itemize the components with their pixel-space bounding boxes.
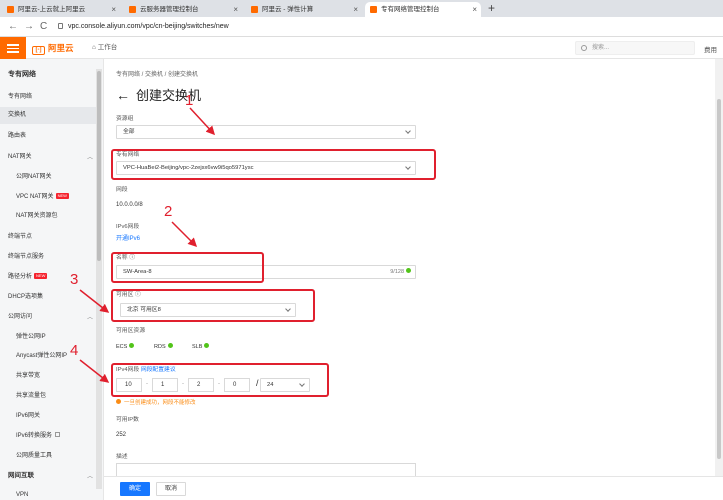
annotation-box-vpc: [111, 149, 436, 180]
sidebar-item-nat-package[interactable]: NAT网关资源包: [16, 211, 58, 221]
chevron-down-icon: [405, 128, 411, 134]
close-tab-icon[interactable]: ×: [353, 2, 358, 17]
sidebar-title: 专有网络: [8, 71, 36, 78]
url-field[interactable]: vpc.console.aliyun.com/vpc/cn-beijing/sw…: [58, 21, 229, 33]
new-tab-button[interactable]: +: [488, 0, 495, 17]
sidebar-item-route-table[interactable]: 路由表: [8, 131, 26, 141]
ipv6-label: IPv6网段: [116, 224, 140, 230]
browser-tab[interactable]: 阿里云-上云就上阿里云 ×: [2, 2, 120, 17]
sidebar-item-internet-access[interactable]: 公网访问: [8, 312, 32, 322]
annotation-number-1: 1: [185, 92, 194, 109]
browser-tab-strip: 阿里云-上云就上阿里云 × 云服务器管理控制台 × 阿里云 - 弹性计算 × 专有网络…: [0, 0, 723, 17]
annotation-box-ipv4: [111, 363, 329, 397]
sidebar-item-shared-bandwidth[interactable]: 共享带宽: [16, 371, 40, 381]
check-icon: [167, 343, 173, 348]
menu-button[interactable]: [0, 37, 26, 59]
zone-resources-list: ECS RDS SLB: [116, 343, 316, 353]
resource-group-label: 资源组: [116, 116, 134, 122]
search-input[interactable]: 搜索...: [575, 41, 695, 55]
cidr-value: 10.0.0.0/8: [116, 202, 143, 208]
zone-resources-label: 可用区资源: [116, 328, 145, 334]
annotation-number-2: 2: [164, 203, 173, 220]
search-icon: [581, 45, 587, 51]
sidebar-item-anycast-eip[interactable]: Anycast弹性公网IP: [16, 351, 67, 361]
aliyun-favicon-icon: [251, 6, 258, 13]
new-badge: NEW: [55, 193, 69, 199]
cidr-label: 网段: [116, 187, 128, 193]
forward-arrow-icon[interactable]: →: [24, 19, 34, 35]
sidebar-item-path-analysis[interactable]: 路径分析 NEW: [8, 272, 48, 282]
chevron-up-icon[interactable]: ︿: [87, 152, 93, 161]
check-icon: [406, 268, 411, 273]
char-count: 9/128: [390, 266, 411, 278]
annotation-number-3: 3: [70, 271, 79, 288]
hamburger-icon: [7, 47, 19, 49]
cancel-button[interactable]: 取消: [156, 482, 186, 496]
reload-icon[interactable]: C: [40, 19, 47, 35]
fee-link[interactable]: 费用: [704, 44, 717, 54]
available-ip-value: 252: [116, 432, 127, 438]
address-bar-row: ← → C vpc.console.aliyun.com/vpc/cn-beij…: [0, 17, 723, 37]
enable-ipv6-link[interactable]: 开通IPv6: [116, 235, 140, 243]
browser-tab-active[interactable]: 专有网络管理控制台 ×: [365, 2, 481, 17]
browser-tab[interactable]: 云服务器管理控制台 ×: [124, 2, 242, 17]
sidebar-item-ipv6-gateway[interactable]: IPv6网关: [16, 411, 40, 421]
lock-icon: [58, 23, 63, 29]
sidebar: 专有网络 专有网络 交换机 路由表 NAT网关 ︿ 公网NAT网关 VPC NA…: [0, 59, 104, 500]
resource-ecs: ECS: [116, 343, 135, 350]
breadcrumb: 专有网络 / 交换机 / 创建交换机: [116, 72, 199, 78]
cidr-warning: 一旦创建成功，网段不能修改: [116, 398, 196, 406]
resource-rds: RDS: [154, 343, 173, 350]
hamburger-icon: [7, 51, 19, 53]
annotation-box-name: [111, 252, 264, 283]
aliyun-favicon-icon: [129, 6, 136, 13]
sidebar-item-network-quality[interactable]: 公网质量工具: [16, 451, 52, 461]
page-scrollbar[interactable]: [715, 59, 723, 500]
new-badge: NEW: [34, 273, 48, 279]
sidebar-item-endpoint[interactable]: 终端节点: [8, 232, 32, 242]
console-topbar: [-] 阿里云 ⌂ 工作台 搜索... 费用: [0, 37, 723, 59]
sidebar-item-dhcp[interactable]: DHCP选项集: [8, 292, 43, 302]
close-tab-icon[interactable]: ×: [233, 2, 238, 17]
annotation-box-zone: [111, 289, 315, 322]
sidebar-item-interconnect[interactable]: 网间互联: [8, 471, 34, 481]
back-arrow-icon[interactable]: ←: [8, 19, 18, 35]
browser-tab[interactable]: 阿里云 - 弹性计算 ×: [246, 2, 362, 17]
back-arrow-icon[interactable]: ←: [116, 87, 130, 103]
sidebar-item-eip[interactable]: 弹性公网IP: [16, 332, 46, 342]
resource-group-select[interactable]: 全部: [116, 125, 416, 139]
form-footer: 确定 取消: [104, 476, 723, 500]
chevron-up-icon[interactable]: ︿: [87, 312, 93, 321]
sidebar-item-vpn[interactable]: VPN: [16, 490, 28, 500]
check-icon: [204, 343, 210, 348]
sidebar-item-public-nat[interactable]: 公网NAT网关: [16, 172, 52, 182]
sidebar-item-vswitch[interactable]: 交换机: [0, 107, 96, 124]
aliyun-logo[interactable]: [-] 阿里云: [32, 42, 74, 55]
sidebar-item-vpc[interactable]: 专有网络: [8, 92, 32, 102]
chevron-up-icon[interactable]: ︿: [87, 471, 93, 480]
resource-slb: SLB: [192, 343, 210, 350]
description-label: 描述: [116, 454, 128, 460]
workbench-link[interactable]: ⌂ 工作台: [92, 43, 117, 53]
confirm-button[interactable]: 确定: [120, 482, 150, 496]
check-icon: [129, 343, 135, 348]
external-link-icon: [55, 432, 61, 437]
sidebar-item-vpc-nat[interactable]: VPC NAT网关 NEW: [16, 192, 69, 202]
sidebar-scrollbar[interactable]: [96, 69, 102, 489]
sidebar-item-ipv6-translation[interactable]: IPv6转换服务: [16, 431, 61, 441]
scrollbar-thumb[interactable]: [717, 99, 721, 459]
aliyun-favicon-icon: [370, 6, 377, 13]
aliyun-logo-icon: [-]: [32, 46, 45, 55]
available-ip-label: 可用IP数: [116, 417, 139, 423]
sidebar-item-shared-traffic[interactable]: 共享流量包: [16, 391, 46, 401]
scrollbar-thumb[interactable]: [97, 71, 101, 261]
hamburger-icon: [7, 44, 19, 46]
aliyun-favicon-icon: [7, 6, 14, 13]
annotation-number-4: 4: [70, 342, 79, 359]
close-tab-icon[interactable]: ×: [472, 2, 477, 17]
sidebar-item-nat-gateway[interactable]: NAT网关: [8, 152, 32, 162]
warning-icon: [116, 399, 121, 404]
close-tab-icon[interactable]: ×: [111, 2, 116, 17]
sidebar-item-endpoint-service[interactable]: 终端节点服务: [8, 252, 44, 262]
